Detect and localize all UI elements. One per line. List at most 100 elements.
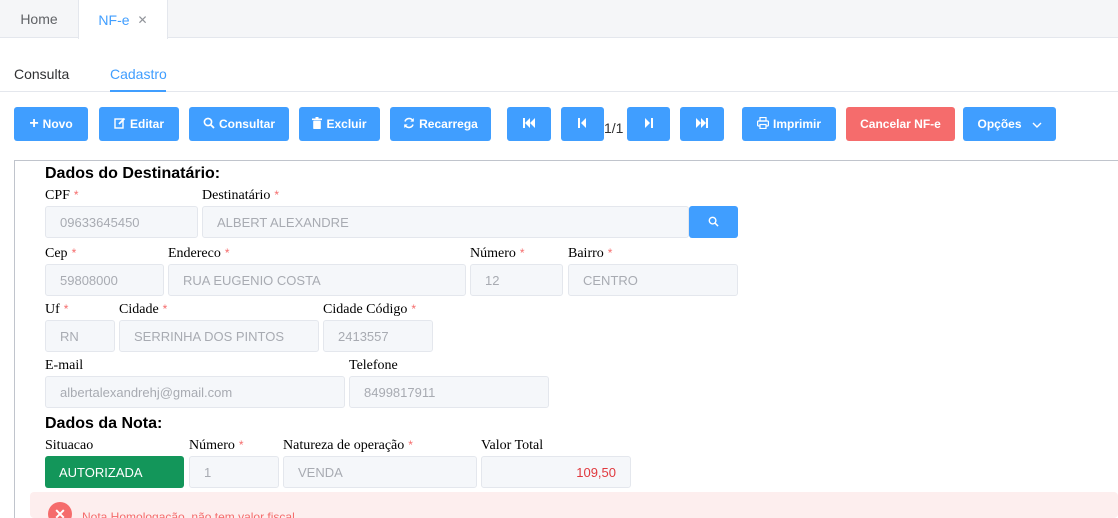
cidade-codigo-field[interactable]: 2413557	[323, 320, 433, 352]
nota-numero-field[interactable]: 1	[189, 456, 279, 488]
last-page-icon	[696, 117, 708, 131]
valor-total-field[interactable]: 109,50	[481, 456, 631, 488]
uf-label: Uf *	[45, 302, 68, 318]
consultar-button-label: Consultar	[218, 117, 275, 131]
numero-label-text: Número	[470, 246, 516, 261]
endereco-field[interactable]: RUA EUGENIO COSTA	[168, 264, 466, 296]
required-mark: *	[519, 246, 525, 260]
opcoes-dropdown[interactable]: Opções	[963, 107, 1056, 141]
chevron-down-icon	[1032, 117, 1042, 131]
editar-button[interactable]: Editar	[99, 107, 179, 141]
required-mark: *	[274, 188, 280, 202]
required-mark: *	[224, 246, 230, 260]
recarrega-button-label: Recarrega	[419, 117, 478, 131]
plus-icon: +	[29, 115, 39, 132]
cpf-field[interactable]: 09633645450	[45, 206, 198, 238]
bairro-field[interactable]: CENTRO	[568, 264, 738, 296]
tab-nfe[interactable]: NF-e ✕	[78, 0, 168, 39]
endereco-label: Endereco *	[168, 246, 230, 262]
required-mark: *	[411, 302, 417, 316]
cidade-field[interactable]: SERRINHA DOS PINTOS	[119, 320, 319, 352]
bairro-label-text: Bairro	[568, 246, 604, 261]
cpf-label-text: CPF	[45, 188, 70, 203]
excluir-button[interactable]: Excluir	[299, 107, 380, 141]
email-label: E-mail	[45, 358, 84, 373]
required-mark: *	[162, 302, 168, 316]
telefone-field[interactable]: 8499817911	[349, 376, 549, 408]
cep-label: Cep *	[45, 246, 76, 262]
sub-tabs: Consulta Cadastro	[0, 60, 1118, 92]
uf-label-text: Uf	[45, 302, 60, 317]
excluir-button-label: Excluir	[326, 117, 367, 131]
cpf-label: CPF *	[45, 188, 79, 204]
opcoes-dropdown-label: Opções	[977, 117, 1022, 131]
cep-label-text: Cep	[45, 246, 68, 261]
tab-home[interactable]: Home	[0, 0, 78, 38]
novo-button-label: Novo	[42, 117, 73, 131]
consultar-button[interactable]: Consultar	[189, 107, 289, 141]
prev-page-button[interactable]	[561, 107, 604, 141]
first-page-icon	[523, 117, 535, 131]
cidade-label-text: Cidade	[119, 302, 159, 317]
cidade-codigo-label: Cidade Código *	[323, 302, 416, 318]
nota-section-title: Dados da Nota:	[45, 415, 163, 432]
valor-total-label: Valor Total	[481, 438, 544, 453]
last-page-button[interactable]	[680, 107, 724, 141]
editar-button-label: Editar	[129, 117, 164, 131]
cidade-codigo-label-text: Cidade Código	[323, 302, 408, 317]
uf-field[interactable]: RN	[45, 320, 115, 352]
close-icon[interactable]: ✕	[138, 13, 148, 27]
search-destinatario-button[interactable]	[689, 206, 738, 238]
destinatario-label-text: Destinatário	[202, 188, 271, 203]
top-tab-bar: Home NF-e ✕	[0, 0, 1118, 39]
cancelar-nfe-button-label: Cancelar NF-e	[860, 117, 941, 131]
nota-numero-label-text: Número	[189, 438, 235, 453]
nota-numero-label: Número *	[189, 438, 244, 454]
natureza-label: Natureza de operação *	[283, 438, 413, 454]
tab-nfe-label: NF-e	[98, 11, 130, 28]
recarrega-button[interactable]: Recarrega	[390, 107, 491, 141]
required-mark: *	[73, 188, 79, 202]
required-mark: *	[238, 438, 244, 452]
trash-icon	[312, 116, 323, 132]
next-page-button[interactable]	[627, 107, 670, 141]
situacao-status-badge: AUTORIZADA	[45, 456, 184, 488]
imprimir-button-label: Imprimir	[772, 117, 821, 131]
destinatario-field[interactable]: ALBERT ALEXANDRE	[202, 206, 689, 238]
tab-consulta[interactable]: Consulta	[14, 60, 69, 92]
search-icon	[708, 215, 719, 230]
first-page-button[interactable]	[507, 107, 551, 141]
search-icon	[203, 117, 215, 132]
cancelar-nfe-button[interactable]: Cancelar NF-e	[846, 107, 955, 141]
destinatario-label: Destinatário *	[202, 188, 279, 204]
email-field[interactable]: albertalexandrehj@gmail.com	[45, 376, 345, 408]
edit-icon	[114, 117, 126, 132]
tab-home-label: Home	[20, 11, 58, 27]
telefone-label: Telefone	[349, 358, 398, 373]
numero-field[interactable]: 12	[470, 264, 563, 296]
endereco-label-text: Endereco	[168, 246, 221, 261]
alert-message: Nota Homologação, não tem valor fiscal	[82, 510, 295, 518]
numero-label: Número *	[470, 246, 525, 262]
required-mark: *	[63, 302, 69, 316]
natureza-label-text: Natureza de operação	[283, 438, 405, 453]
imprimir-button[interactable]: Imprimir	[742, 107, 836, 141]
page-indicator: 1/1	[604, 120, 624, 136]
situacao-label: Situacao	[45, 438, 94, 453]
natureza-field[interactable]: VENDA	[283, 456, 477, 488]
print-icon	[756, 116, 769, 132]
bairro-label: Bairro *	[568, 246, 612, 262]
novo-button[interactable]: + Novo	[14, 107, 88, 141]
homologacao-alert: ✕ Nota Homologação, não tem valor fiscal	[30, 492, 1118, 518]
destinatario-section-title: Dados do Destinatário:	[45, 165, 221, 182]
next-page-icon	[644, 117, 653, 131]
cep-field[interactable]: 59808000	[45, 264, 164, 296]
required-mark: *	[408, 438, 413, 452]
active-tab-indicator	[110, 90, 166, 92]
cidade-label: Cidade *	[119, 302, 167, 318]
error-icon: ✕	[48, 502, 72, 518]
tab-cadastro[interactable]: Cadastro	[110, 60, 167, 92]
required-mark: *	[71, 246, 77, 260]
required-mark: *	[607, 246, 613, 260]
prev-page-icon	[578, 117, 587, 131]
